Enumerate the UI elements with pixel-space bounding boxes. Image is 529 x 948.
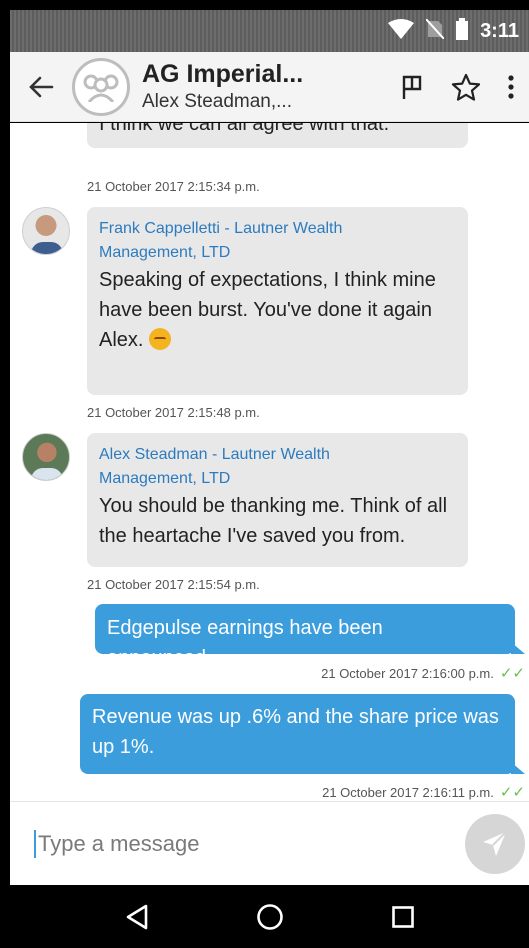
home-circle-icon[interactable] [245,892,295,942]
read-check-icon: ✓✓ [499,784,525,801]
conversation-participants: Alex Steadman,... [142,91,292,112]
message-timestamp: 21 October 2017 2:15:48 p.m. [87,405,260,420]
message-timestamp-row: 21 October 2017 2:16:00 p.m. ✓✓ [321,664,525,682]
sender-name[interactable]: Management, LTD [99,467,456,491]
message-bubble-outgoing[interactable]: Edgepulse earnings have been announced..… [95,604,525,669]
message-bubble-incoming[interactable]: I think we can all agree with that. [87,123,468,148]
message-text: You should be thanking me. Think of all [99,495,448,517]
more-vert-icon[interactable] [493,52,529,122]
message-bubble-incoming[interactable]: Alex Steadman - Lautner Wealth Managemen… [87,433,468,567]
message-text: the heartache I've saved you from. [99,525,406,547]
recents-square-icon[interactable] [378,892,428,942]
avatar[interactable] [22,433,70,481]
message-timestamp: 21 October 2017 2:15:54 p.m. [87,577,260,592]
battery-icon [456,17,469,45]
message-bubble-incoming[interactable]: Frank Cappelletti - Lautner Wealth Manag… [87,207,468,395]
sender-name[interactable]: Alex Steadman - Lautner Wealth [99,443,456,467]
avatar[interactable] [22,207,70,255]
app-bar: AG Imperial... Alex Steadman,... [10,52,529,122]
wifi-icon [388,18,415,44]
message-text: up 1%. [92,736,155,758]
sender-name[interactable]: Management, LTD [99,241,456,265]
message-timestamp-row: 21 October 2017 2:16:11 p.m. ✓✓ [322,783,525,801]
read-check-icon: ✓✓ [499,665,525,682]
message-text: Edgepulse earnings have been announced..… [107,617,383,669]
conversation-title-block[interactable]: AG Imperial... Alex Steadman,... [142,60,385,113]
status-time: 3:11 [480,19,519,42]
send-icon[interactable] [465,813,525,874]
message-text: Alex. [99,329,144,351]
sender-name[interactable]: Frank Cappelletti - Lautner Wealth [99,217,456,241]
status-bar: 3:11 [10,10,529,52]
message-text: Revenue was up .6% and the share price w… [92,706,499,728]
no-sim-icon [425,17,445,44]
unamused-face-icon [149,328,172,350]
message-text-last-line: Alex. [99,325,456,355]
message-text: I think we can all agree with that. [99,123,390,135]
message-bubble-outgoing[interactable]: Revenue was up .6% and the share price w… [80,694,525,774]
phone-screen: 3:11 AG Imperial... Alex Steadman,... I … [10,10,529,948]
message-text: Speaking of expectations, I think mine [99,269,436,291]
back-triangle-icon[interactable] [112,892,162,942]
message-timestamp: 21 October 2017 2:16:11 p.m. [322,785,494,800]
message-timestamp: 21 October 2017 2:15:34 p.m. [87,179,260,194]
group-avatar-icon[interactable] [72,57,130,116]
back-arrow-icon[interactable] [10,52,72,122]
system-nav-bar [10,885,529,948]
message-timestamp: 21 October 2017 2:16:00 p.m. [321,666,494,681]
message-text: have been burst. You've done it again [99,299,432,321]
conversation-title: AG Imperial... [142,60,304,88]
flag-icon[interactable] [385,52,439,122]
star-icon[interactable] [439,52,493,122]
message-composer [10,801,529,885]
message-input[interactable] [34,829,465,858]
message-list[interactable]: I think we can all agree with that. 21 O… [10,123,529,801]
